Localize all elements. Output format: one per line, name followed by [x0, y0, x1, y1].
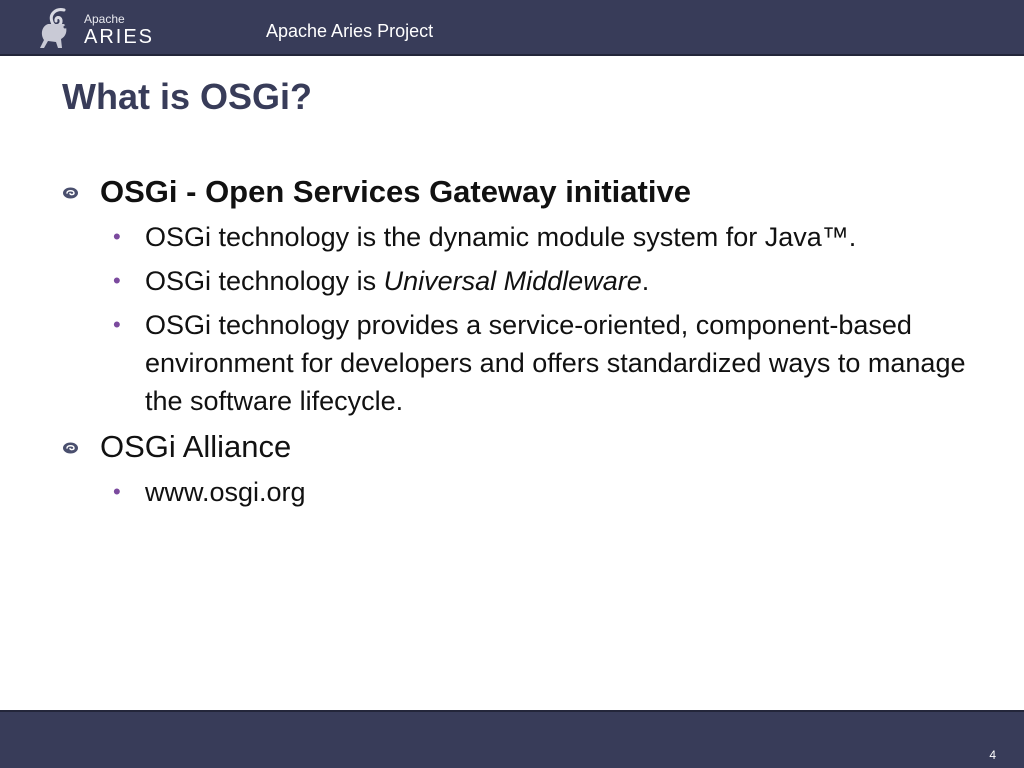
list-item-text: OSGi technology provides a service-orien… — [145, 310, 966, 416]
slide-title: What is OSGi? — [62, 76, 313, 117]
list-item: • www.osgi.org — [62, 473, 982, 511]
logo-text-apache: Apache — [84, 12, 125, 26]
header-bar: Apache ARIES Apache Aries Project — [0, 0, 1024, 56]
swirl-bullet-icon — [63, 442, 78, 454]
list-item: • OSGi technology provides a service-ori… — [62, 306, 982, 420]
list-item-suffix: . — [641, 266, 650, 296]
list-item-emphasis: Universal Middleware — [383, 266, 642, 296]
slide-content: OSGi - Open Services Gateway initiative … — [62, 172, 982, 511]
list-item: • OSGi technology is the dynamic module … — [62, 218, 982, 256]
sub-bullet-icon: • — [113, 312, 121, 337]
apache-aries-logo: Apache ARIES — [34, 4, 152, 52]
section-heading-text: OSGi - Open Services Gateway initiative — [100, 174, 691, 209]
sub-bullet-icon: • — [113, 479, 121, 504]
list-item-prefix: OSGi technology is — [145, 266, 384, 296]
footer-bar: 4 — [0, 710, 1024, 768]
list-item-text: OSGi technology is the dynamic module sy… — [145, 222, 857, 252]
section-heading-osgi: OSGi - Open Services Gateway initiative — [62, 172, 982, 212]
project-title: Apache Aries Project — [266, 21, 434, 41]
page-number: 4 — [989, 748, 996, 762]
swirl-bullet-icon — [63, 187, 78, 199]
sub-bullet-icon: • — [113, 268, 121, 293]
section-heading-text: OSGi Alliance — [100, 429, 292, 464]
ram-icon — [40, 8, 67, 48]
osgi-website-link[interactable]: www.osgi.org — [145, 477, 306, 507]
logo-text-aries: ARIES — [84, 26, 155, 48]
sub-bullet-icon: • — [113, 224, 121, 249]
list-item: • OSGi technology is Universal Middlewar… — [62, 262, 982, 300]
section-heading-alliance: OSGi Alliance — [62, 427, 982, 467]
